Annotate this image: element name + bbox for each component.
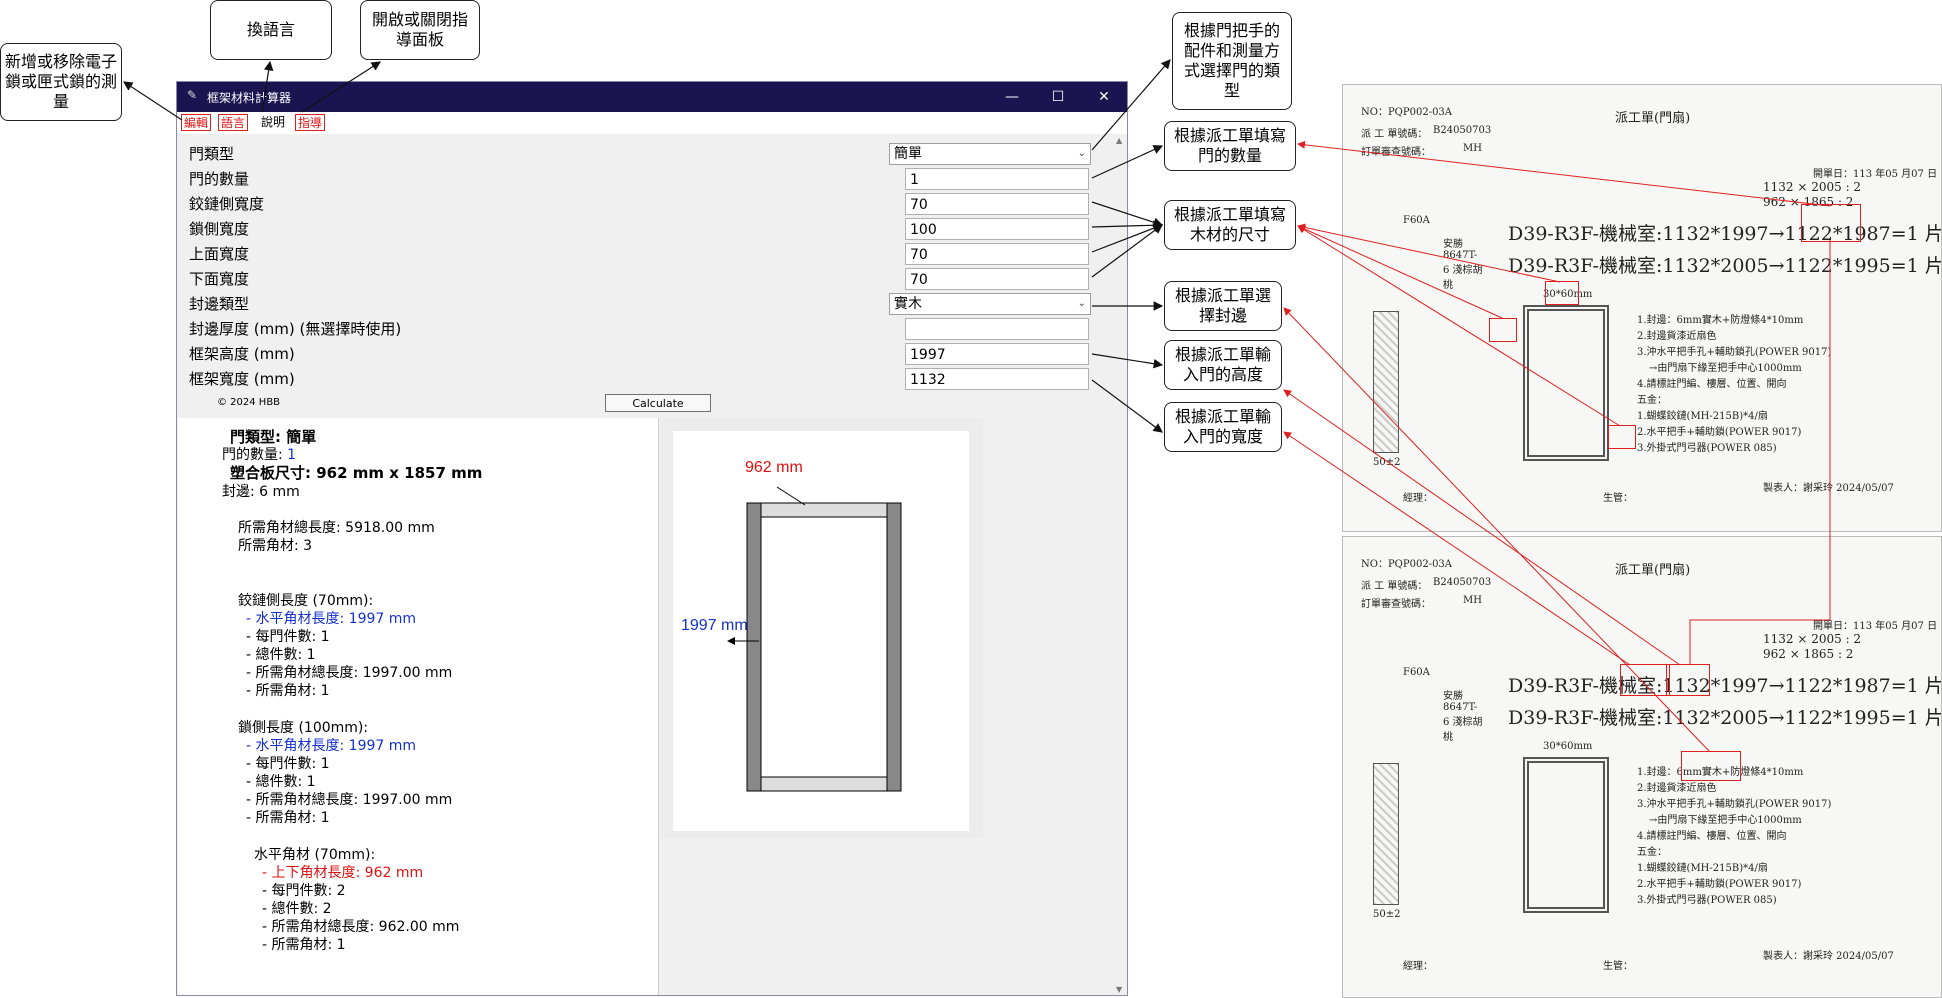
annotation-arrows bbox=[122, 59, 1831, 753]
